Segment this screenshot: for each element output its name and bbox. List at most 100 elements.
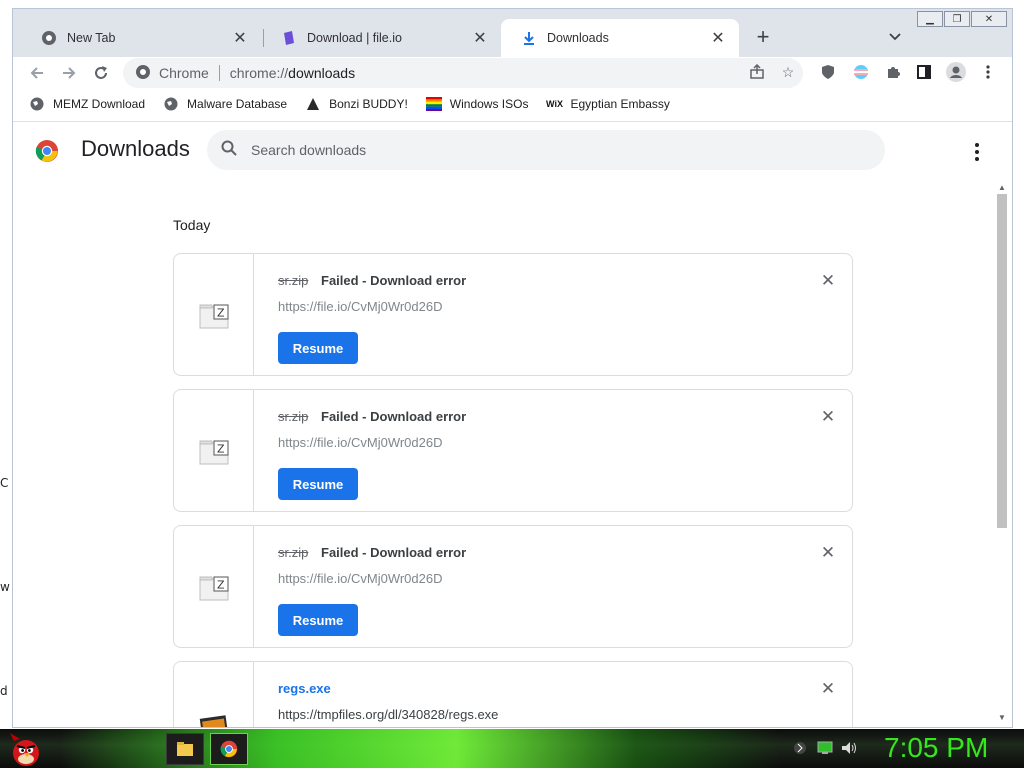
file-icon-column bbox=[174, 662, 254, 727]
more-actions-icon[interactable] bbox=[967, 140, 987, 164]
minimize-button[interactable]: ▁ bbox=[917, 11, 943, 27]
desktop-text-fragment: d bbox=[0, 684, 8, 698]
file-icon-column: Z bbox=[174, 526, 254, 647]
menu-kebab-icon[interactable] bbox=[978, 62, 998, 82]
download-status: Failed - Download error bbox=[321, 545, 467, 560]
close-window-button[interactable]: ✕ bbox=[971, 11, 1007, 27]
tab-strip: New Tab ✕ Download | file.io ✕ Downloads… bbox=[13, 9, 1012, 57]
page-title: Downloads bbox=[81, 136, 190, 161]
remove-icon[interactable]: ✕ bbox=[818, 271, 838, 291]
chrome-taskbar-button[interactable] bbox=[210, 733, 248, 765]
trans-flag-icon[interactable] bbox=[851, 62, 871, 82]
source-url[interactable]: https://tmpfiles.org/dl/340828/regs.exe bbox=[278, 707, 498, 722]
svg-text:Z: Z bbox=[217, 578, 225, 591]
desktop-text-fragment: C bbox=[0, 476, 9, 490]
taskbar-clock[interactable]: 7:05 PM bbox=[884, 732, 988, 764]
download-status: Failed - Download error bbox=[321, 409, 467, 424]
download-status: Failed - Download error bbox=[321, 273, 467, 288]
bookmark-label: Windows ISOs bbox=[449, 97, 529, 111]
search-input[interactable] bbox=[251, 142, 811, 158]
bookmark-label: MEMZ Download bbox=[53, 97, 146, 111]
maximize-button[interactable]: ❐ bbox=[944, 11, 970, 27]
browser-window: New Tab ✕ Download | file.io ✕ Downloads… bbox=[12, 8, 1013, 728]
angry-bird-start-icon[interactable] bbox=[6, 731, 46, 767]
tab-title: Downloads bbox=[547, 31, 609, 45]
address-divider bbox=[218, 65, 220, 81]
bookmark-label: Bonzi BUDDY! bbox=[329, 97, 408, 111]
file-explorer-taskbar-button[interactable] bbox=[166, 733, 204, 765]
tab-title: New Tab bbox=[67, 31, 116, 45]
reload-button[interactable] bbox=[89, 61, 113, 85]
scroll-down-arrow[interactable]: ▼ bbox=[997, 712, 1007, 722]
download-item: Z sr.zip Failed - Download error https:/… bbox=[173, 253, 853, 376]
remove-icon[interactable]: ✕ bbox=[818, 679, 838, 699]
star-icon[interactable]: ☆ bbox=[778, 62, 798, 82]
source-url[interactable]: https://file.io/CvMj0Wr0d26D bbox=[278, 571, 443, 586]
extensions-puzzle-icon[interactable] bbox=[883, 62, 903, 82]
chevron-down-icon[interactable] bbox=[883, 27, 907, 47]
file-name[interactable]: sr.zip bbox=[278, 409, 308, 424]
remove-icon[interactable]: ✕ bbox=[818, 543, 838, 563]
resume-button[interactable]: Resume bbox=[278, 468, 358, 500]
source-url[interactable]: https://file.io/CvMj0Wr0d26D bbox=[278, 435, 443, 450]
source-url[interactable]: https://file.io/CvMj0Wr0d26D bbox=[278, 299, 443, 314]
scrollbar-thumb[interactable] bbox=[997, 194, 1007, 528]
resume-button[interactable]: Resume bbox=[278, 604, 358, 636]
tab-new-tab[interactable]: New Tab ✕ bbox=[21, 19, 261, 57]
exe-file-icon bbox=[199, 715, 228, 727]
svg-text:Z: Z bbox=[217, 306, 225, 319]
new-tab-button[interactable]: + bbox=[749, 24, 777, 49]
back-button[interactable] bbox=[25, 61, 49, 85]
zip-file-icon: Z bbox=[199, 304, 228, 328]
scrollbar[interactable]: ▲ ▼ bbox=[995, 180, 1009, 726]
remove-icon[interactable]: ✕ bbox=[818, 407, 838, 427]
zip-file-icon: Z bbox=[199, 576, 228, 600]
file-name[interactable]: sr.zip bbox=[278, 545, 308, 560]
file-icon-column: Z bbox=[174, 390, 254, 511]
file-name[interactable]: sr.zip bbox=[278, 273, 308, 288]
close-icon[interactable]: ✕ bbox=[231, 29, 249, 47]
search-icon bbox=[221, 140, 237, 161]
address-bar[interactable]: Chrome chrome://downloads bbox=[123, 58, 803, 88]
file-icon-column: Z bbox=[174, 254, 254, 375]
chrome-icon bbox=[135, 64, 151, 83]
tab-fileio[interactable]: Download | file.io ✕ bbox=[261, 19, 501, 57]
file-name[interactable]: regs.exe bbox=[278, 681, 331, 696]
bookmark-malware-database[interactable]: Malware Database bbox=[163, 96, 287, 112]
url-host: downloads bbox=[288, 65, 356, 81]
wix-icon: WiX bbox=[546, 99, 563, 109]
taskbar: 7:05 PM bbox=[0, 729, 1024, 768]
profile-avatar[interactable] bbox=[946, 62, 966, 82]
forward-button[interactable] bbox=[57, 61, 81, 85]
toolbar: Chrome chrome://downloads ☆ bbox=[13, 57, 1012, 89]
share-icon[interactable] bbox=[747, 62, 767, 82]
side-panel-icon[interactable] bbox=[914, 62, 934, 82]
bonzi-icon bbox=[305, 96, 321, 112]
bookmark-bonzi-buddy[interactable]: Bonzi BUDDY! bbox=[305, 96, 408, 112]
download-item: Z sr.zip Failed - Download error https:/… bbox=[173, 389, 853, 512]
bookmark-label: Egyptian Embassy bbox=[570, 97, 670, 111]
svg-text:Z: Z bbox=[217, 442, 225, 455]
url-prefix: chrome:// bbox=[229, 65, 289, 81]
close-icon[interactable]: ✕ bbox=[709, 29, 727, 47]
volume-icon[interactable] bbox=[841, 740, 857, 756]
resume-button[interactable]: Resume bbox=[278, 332, 358, 364]
bookmark-egyptian-embassy[interactable]: WiX Egyptian Embassy bbox=[546, 96, 670, 112]
network-icon[interactable] bbox=[817, 740, 833, 756]
downloads-header: Downloads bbox=[13, 122, 1012, 180]
ublock-icon[interactable] bbox=[818, 62, 838, 82]
chrome-logo-icon bbox=[35, 140, 58, 162]
tray-app-icon[interactable] bbox=[792, 740, 808, 756]
desktop-text-fragment: w bbox=[0, 580, 10, 594]
tab-title: Download | file.io bbox=[307, 31, 402, 45]
scroll-up-arrow[interactable]: ▲ bbox=[997, 182, 1007, 192]
search-box[interactable] bbox=[207, 130, 885, 170]
bookmark-memz[interactable]: MEMZ Download bbox=[29, 96, 145, 112]
url-text: chrome://downloads bbox=[230, 65, 355, 81]
download-icon bbox=[521, 30, 537, 46]
bookmark-windows-isos[interactable]: Windows ISOs bbox=[425, 96, 529, 112]
chrome-icon bbox=[41, 30, 57, 46]
tab-downloads[interactable]: Downloads ✕ bbox=[501, 19, 739, 57]
site-chip: Chrome bbox=[159, 65, 209, 81]
close-icon[interactable]: ✕ bbox=[471, 29, 489, 47]
